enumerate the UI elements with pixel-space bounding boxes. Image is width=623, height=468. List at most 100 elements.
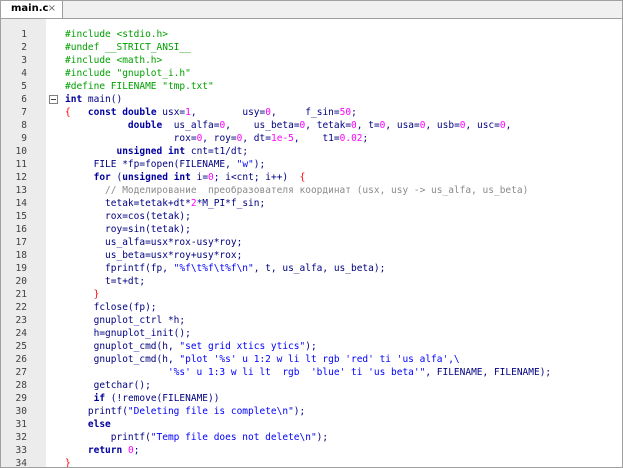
code-text: us_beta=usx*roy+usy*rox;	[65, 249, 242, 262]
line-number: 26	[15, 354, 27, 365]
code-text: printf("Deleting file is complete\n");	[65, 405, 305, 418]
code-token: , t1=	[293, 133, 340, 144]
code-token: int	[65, 94, 83, 105]
code-line[interactable]: 20 t=t+dt;	[1, 275, 622, 288]
fold-collapse-icon[interactable]	[49, 95, 58, 104]
code-line[interactable]: 1 #include <stdio.h>	[1, 28, 622, 41]
code-token: , t=	[356, 120, 380, 131]
line-number: 12	[15, 172, 27, 183]
code-line[interactable]: 7 { const double usx=1, usy=0, f_sin=50;	[1, 106, 622, 119]
line-number: 22	[15, 302, 27, 313]
editor-window: main.c × 1 #include <stdio.h> 2 #undef __ST…	[0, 0, 623, 468]
line-number: 1	[21, 29, 27, 40]
code-token: unsigned int	[122, 172, 191, 183]
code-token: i=	[190, 172, 209, 183]
code-text: tetak=tetak+dt*2*M_PI*f_sin;	[65, 197, 265, 210]
code-line[interactable]: 28 getchar();	[1, 379, 622, 392]
code-token: unsigned int	[116, 146, 186, 157]
code-text: }	[65, 288, 100, 301]
code-line[interactable]: 13 // Моделирование преобразователя коор…	[1, 184, 622, 197]
code-line[interactable]: 3 #include <math.h>	[1, 54, 622, 67]
line-number: 8	[21, 120, 27, 131]
code-line[interactable]: 26 gnuplot_cmd(h, "plot '%s' u 1:2 w li …	[1, 353, 622, 366]
code-line[interactable]: 19 fprintf(fp, "%f\t%f\t%f\n", t, us_alf…	[1, 262, 622, 275]
code-token: );	[305, 341, 317, 352]
code-line[interactable]: 34}	[1, 457, 622, 467]
code-line[interactable]: 30 printf("Deleting file is complete\n")…	[1, 405, 622, 418]
code-editor[interactable]: 1 #include <stdio.h> 2 #undef __STRICT_ANSI…	[1, 19, 622, 467]
code-line[interactable]: 15 rox=cos(tetak);	[1, 210, 622, 223]
code-text: printf("Temp file does not delete\n");	[65, 431, 328, 444]
code-text: fprintf(fp, "%f\t%f\t%f\n", t, us_alfa, …	[65, 262, 385, 275]
code-line[interactable]: 14 tetak=tetak+dt*2*M_PI*f_sin;	[1, 197, 622, 210]
code-token: "Temp file does not delete\n"	[150, 432, 317, 443]
code-token: // Моделирование преобразователя координ…	[105, 185, 529, 196]
code-line[interactable]: 11 FILE *fp=fopen(FILENAME, "w");	[1, 158, 622, 171]
code-line[interactable]: 32 printf("Temp file does not delete\n")…	[1, 431, 622, 444]
code-token: "Deleting file is complete\n"	[127, 406, 294, 417]
code-line[interactable]: 10 unsigned int cnt=t1/dt;	[1, 145, 622, 158]
code-line[interactable]: 9 rox=0, roy=0, dt=1e-5, t1=0.02;	[1, 132, 622, 145]
code-token: , usa=	[385, 120, 420, 131]
code-token: else	[87, 419, 111, 430]
code-token: us_alfa=	[162, 120, 220, 131]
code-text: { const double usx=1, usy=0, f_sin=50;	[65, 106, 357, 119]
code-line[interactable]: 8 double us_alfa=0, us_beta=0, tetak=0, …	[1, 119, 622, 132]
code-token: {	[299, 172, 306, 183]
code-token: , FILENAME, FILENAME);	[425, 367, 552, 378]
code-line[interactable]: 21 }	[1, 288, 622, 301]
code-token: );	[293, 406, 306, 417]
code-line[interactable]: 4 #include "gnuplot_i.h"	[1, 67, 622, 80]
code-line[interactable]: 23 gnuplot_ctrl *h;	[1, 314, 622, 327]
code-token: "plot '%s' u 1:2 w li lt rgb 'red' ti 'u…	[179, 354, 460, 365]
code-token: fclose(fp);	[65, 302, 157, 313]
code-token: #include <math.h>	[65, 55, 163, 66]
code-text: roy=sin(tetak);	[65, 223, 191, 236]
code-token: if	[93, 393, 106, 404]
code-line[interactable]: 16 roy=sin(tetak);	[1, 223, 622, 236]
tab-title: main.c	[11, 3, 49, 14]
code-line[interactable]: 33 return 0;	[1, 444, 622, 457]
close-icon[interactable]: ×	[48, 1, 56, 17]
code-token: (!remove(FILENAME))	[105, 393, 220, 404]
code-line[interactable]: 29 if (!remove(FILENAME))	[1, 392, 622, 405]
line-number: 18	[15, 250, 27, 261]
code-line[interactable]: 25 gnuplot_cmd(h, "set grid xtics ytics"…	[1, 340, 622, 353]
code-token: , tetak=	[305, 120, 352, 131]
code-token: for	[93, 172, 111, 183]
code-line[interactable]: 2 #undef __STRICT_ANSI__	[1, 41, 622, 54]
code-token: , t, us_alfa, us_beta);	[253, 263, 386, 274]
code-token: double	[127, 120, 163, 131]
code-text: #undef __STRICT_ANSI__	[65, 41, 191, 54]
code-line[interactable]: 18 us_beta=usx*roy+usy*rox;	[1, 249, 622, 262]
tab-main-c[interactable]: main.c ×	[1, 1, 63, 18]
code-line[interactable]: 27 '%s' u 1:3 w li lt rgb 'blue' ti 'us …	[1, 366, 622, 379]
code-line[interactable]: 22 fclose(fp);	[1, 301, 622, 314]
line-number: 34	[15, 458, 27, 467]
line-number: 33	[15, 445, 27, 456]
code-token: #undef __STRICT_ANSI__	[65, 42, 191, 53]
code-text: '%s' u 1:3 w li lt rgb 'blue' ti 'us bet…	[65, 366, 551, 379]
code-line[interactable]: 5 #define FILENAME "tmp.txt"	[1, 80, 622, 93]
code-token: roy=sin(tetak);	[65, 224, 191, 235]
code-line[interactable]: 12 for (unsigned int i=0; i<cnt; i++) {	[1, 171, 622, 184]
code-text: gnuplot_cmd(h, "plot '%s' u 1:2 w li lt …	[65, 353, 460, 366]
line-number: 31	[15, 419, 27, 430]
line-number: 16	[15, 224, 27, 235]
code-token: printf(	[65, 432, 151, 443]
code-text: // Моделирование преобразователя координ…	[65, 184, 528, 197]
code-token: gnuplot_cmd(h,	[65, 341, 180, 352]
code-token: cnt=t1/dt;	[185, 146, 249, 157]
code-line[interactable]: 6 int main()	[1, 93, 622, 106]
code-text: gnuplot_cmd(h, "set grid xtics ytics");	[65, 340, 317, 353]
code-line[interactable]: 17 us_alfa=usx*rox-usy*roy;	[1, 236, 622, 249]
code-text: }	[65, 457, 71, 467]
code-token: , f_sin=	[270, 107, 340, 118]
code-token: , usb=	[425, 120, 460, 131]
line-number: 4	[21, 68, 27, 79]
code-text: double us_alfa=0, us_beta=0, tetak=0, t=…	[65, 119, 511, 132]
code-line[interactable]: 24 h=gnuplot_init();	[1, 327, 622, 340]
code-line[interactable]: 31 else	[1, 418, 622, 431]
